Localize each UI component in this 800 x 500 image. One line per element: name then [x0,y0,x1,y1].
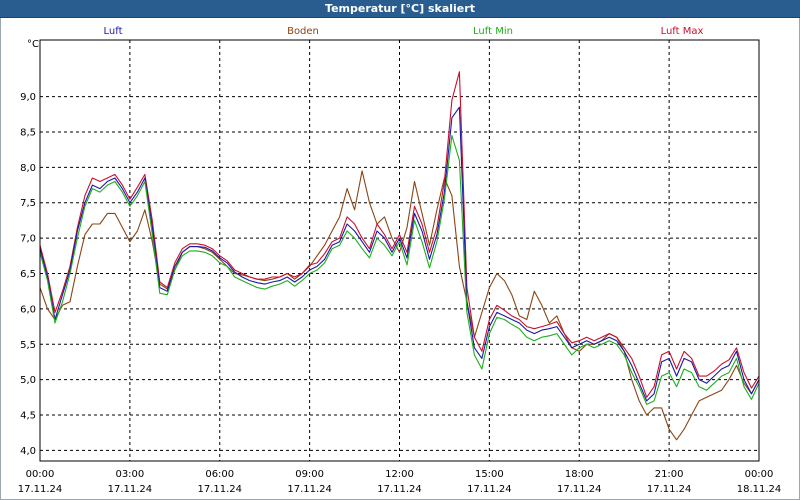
x-tick-date: 17.11.24 [557,484,602,495]
y-tick-label: 8,5 [20,127,36,138]
temperature-chart: Luft Boden Luft Min Luft Max °C 4,0 4,5 5,0 5,… [18,26,782,495]
legend-entry: Luft Min [473,26,513,37]
x-tick-date: 17.11.24 [197,484,242,495]
y-tick-label: 7,0 [20,234,36,245]
y-tick-label: 4,5 [20,411,36,422]
x-tick-time: 00:00 [26,469,55,480]
x-tick-time: 21:00 [655,469,684,480]
y-tick-label: 5,5 [20,340,36,351]
legend: Luft Boden Luft Min Luft Max [104,26,704,37]
legend-entry: Luft [104,26,123,37]
x-tick-time: 06:00 [205,469,234,480]
x-tick-labels: 00:00 17.11.24 03:00 17.11.24 06:00 17.11.24 0… [18,469,782,495]
x-tick-date: 17.11.24 [647,484,692,495]
legend-entry: Boden [287,26,319,37]
y-tick-label: 6,0 [20,304,36,315]
y-tick-label: 5,0 [20,375,36,386]
x-tick-date: 17.11.24 [108,484,153,495]
x-tick-date: 17.11.24 [377,484,422,495]
series-line [39,106,760,402]
x-tick-time: 00:00 [745,469,774,480]
y-tick-label: 9,0 [20,92,36,103]
x-tick-date: 17.11.24 [287,484,332,495]
y-axis-label: °C [27,39,39,50]
x-tick-time: 03:00 [115,469,144,480]
x-tick-time: 18:00 [565,469,594,480]
x-tick-date: 17.11.24 [467,484,512,495]
y-tick-labels: 4,0 4,5 5,0 5,5 6,0 6,5 7,0 7,5 8,0 8,5 9,0 [20,92,36,457]
y-tick-label: 6,5 [20,269,36,280]
x-tick-time: 12:00 [385,469,414,480]
x-tick-time: 15:00 [475,469,504,480]
y-tick-label: 7,5 [20,198,36,209]
y-tick-label: 4,0 [20,446,36,457]
x-tick-time: 09:00 [295,469,324,480]
legend-entry: Luft Max [661,26,704,37]
x-tick-date: 17.11.24 [18,484,63,495]
x-tick-date: 18.11.24 [737,484,782,495]
y-tick-label: 8,0 [20,163,36,174]
